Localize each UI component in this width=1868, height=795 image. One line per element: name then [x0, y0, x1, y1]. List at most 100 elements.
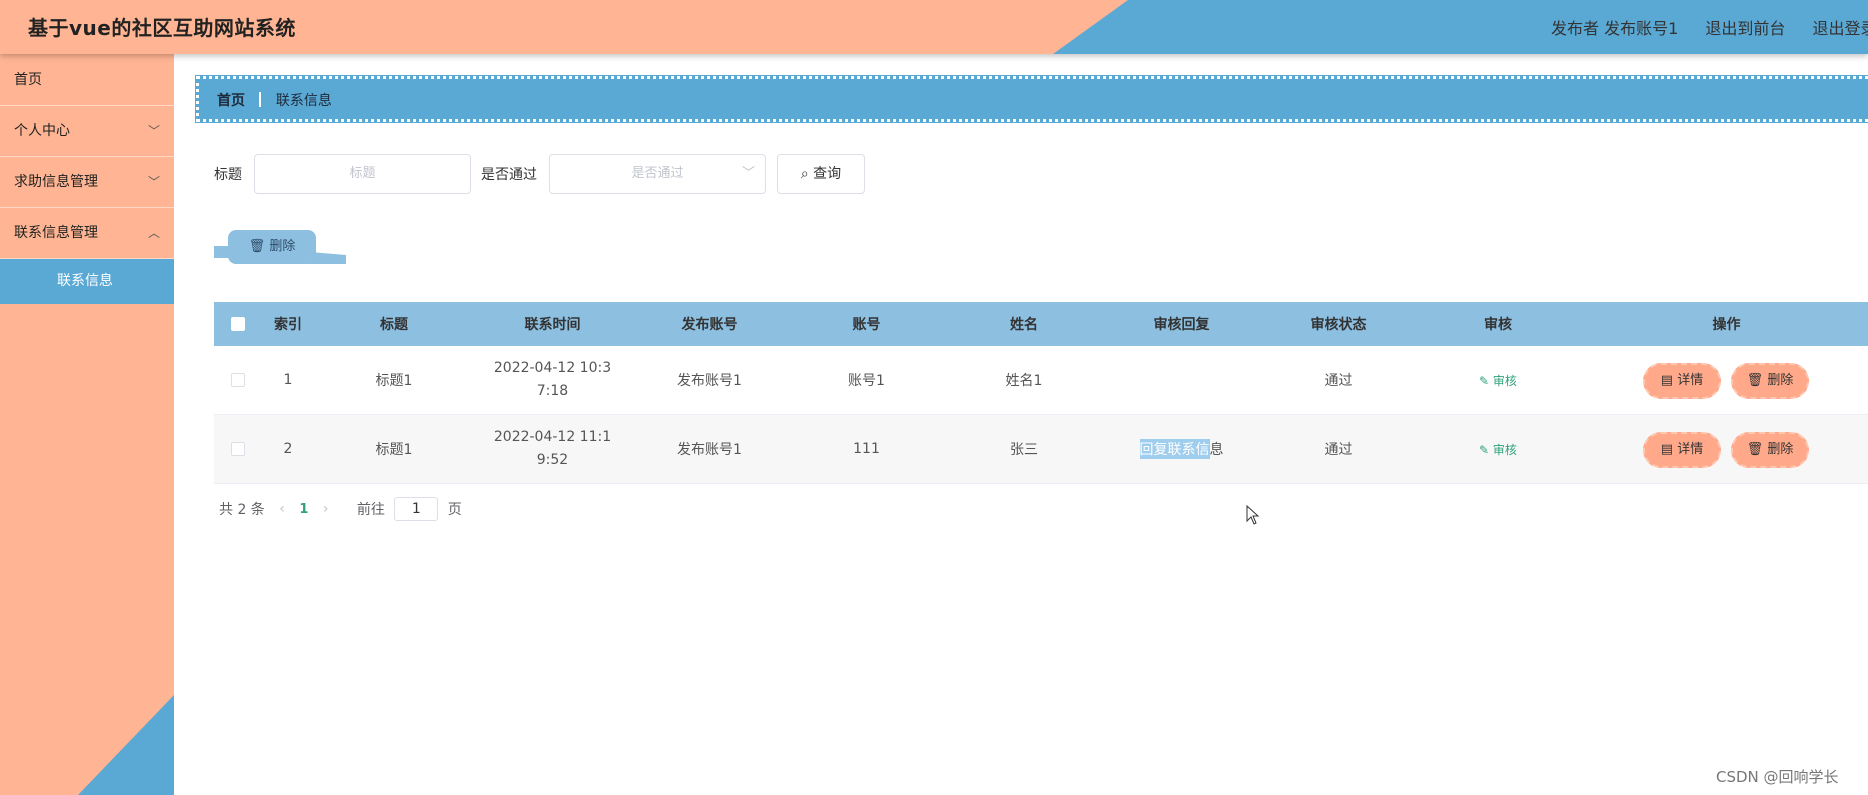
delete-label: 删除: [1767, 373, 1794, 388]
sidebar-item-label: 首页: [14, 72, 42, 88]
col-header-title: 标题: [380, 317, 408, 333]
sidebar-item-help-info[interactable]: 求助信息管理 ﹀: [0, 157, 174, 208]
title-search-input[interactable]: 标题: [254, 154, 471, 194]
prev-page-icon[interactable]: ‹: [279, 501, 285, 517]
next-page-icon[interactable]: ›: [323, 501, 329, 517]
contact-info-table: 索引 标题 联系时间 发布账号 账号 姓名 审核回复 审核状态 审核 操作 1 …: [214, 302, 1868, 484]
col-header-name: 姓名: [1010, 317, 1038, 333]
row-select-cell: [214, 415, 262, 483]
detail-label: 详情: [1677, 442, 1704, 457]
cell-time: 2022-04-12 10:37:18: [493, 360, 612, 399]
pass-filter-label: 是否通过: [481, 167, 537, 183]
batch-delete-wrapper: 🗑 删除: [214, 230, 346, 268]
select-all-checkbox[interactable]: [231, 317, 245, 331]
cell-publisher: 发布账号1: [677, 442, 742, 458]
cell-name: 张三: [1010, 442, 1038, 458]
audit-label: 审核: [1492, 442, 1517, 457]
cell-account: 账号1: [848, 373, 885, 389]
document-icon: ▤: [1660, 373, 1678, 388]
top-header: 基于vue的社区互助网站系统 发布者 发布账号1 退出到前台 退出登录: [0, 0, 1868, 54]
col-header-reply: 审核回复: [1153, 317, 1210, 333]
cell-name: 姓名1: [1005, 373, 1043, 389]
col-header-audit: 审核: [1484, 317, 1512, 333]
detail-button[interactable]: ▤ 详情: [1643, 363, 1721, 399]
pass-select-placeholder: 是否通过: [631, 166, 684, 181]
document-icon: ▤: [1660, 442, 1678, 457]
breadcrumb-separator: [259, 92, 262, 107]
page-number-current[interactable]: 1: [299, 502, 308, 517]
to-front-link[interactable]: 退出到前台: [1705, 15, 1785, 39]
pass-status-select[interactable]: 是否通过 ﹀: [549, 154, 766, 194]
query-button-label: 查询: [813, 166, 842, 182]
sidebar-item-label: 求助信息管理: [14, 174, 98, 190]
trash-icon: 🗑: [1746, 373, 1768, 388]
cell-title: 标题1: [375, 373, 413, 389]
cell-status: 通过: [1324, 442, 1353, 458]
sidebar-subitem-contact-info[interactable]: 联系信息: [0, 259, 174, 304]
sidebar-item-contact-info[interactable]: 联系信息管理 ︿: [0, 208, 174, 259]
cell-reply: 回复联系信息: [1103, 415, 1260, 483]
col-header-status: 审核状态: [1310, 317, 1367, 333]
breadcrumb: 首页 联系信息: [217, 90, 332, 110]
logout-link[interactable]: 退出登录: [1812, 15, 1868, 39]
delete-button[interactable]: 🗑 删除: [1731, 432, 1809, 468]
sidebar-item-home[interactable]: 首页: [0, 54, 174, 106]
audit-link[interactable]: ✎ 审核: [1479, 441, 1517, 458]
sidebar-item-label: 个人中心: [14, 123, 70, 139]
cell-audit: ✎ 审核: [1417, 346, 1579, 414]
search-icon: ⌕: [800, 166, 809, 182]
col-header-actions: 操作: [1712, 317, 1741, 333]
sidebar-corner-decoration: [78, 695, 174, 795]
trash-icon: 🗑: [248, 239, 266, 254]
page-unit-label: 页: [447, 502, 462, 518]
breadcrumb-home[interactable]: 首页: [217, 93, 245, 109]
cell-audit: ✎ 审核: [1417, 415, 1579, 483]
cell-time-wrap: 2022-04-12 10:37:18: [474, 346, 631, 414]
chevron-down-icon: ﹀: [147, 124, 160, 138]
query-button[interactable]: ⌕ 查询: [777, 154, 865, 194]
col-header-account: 账号: [852, 317, 881, 333]
cell-account: 111: [853, 441, 880, 457]
row-checkbox[interactable]: [231, 442, 245, 456]
pagination-total: 共 2 条: [219, 502, 265, 518]
batch-delete-button[interactable]: 🗑 删除: [228, 230, 316, 264]
cell-index: 2: [283, 441, 293, 457]
watermark: CSDN @回响学长: [1716, 768, 1839, 786]
header-right-links: 发布者 发布账号1 退出到前台 退出登录: [1551, 15, 1868, 39]
cell-time: 2022-04-12 11:19:52: [493, 429, 612, 468]
sidebar-item-personal-center[interactable]: 个人中心 ﹀: [0, 106, 174, 157]
goto-label: 前往: [356, 502, 385, 518]
chevron-down-icon: ﹀: [147, 175, 160, 189]
table-row: 2 标题1 2022-04-12 11:19:52 发布账号1 111 张三 回…: [214, 415, 1868, 484]
title-filter-label: 标题: [214, 167, 242, 183]
cell-time-wrap: 2022-04-12 11:19:52: [474, 415, 631, 483]
sidebar-item-label: 联系信息管理: [14, 225, 98, 241]
select-all-cell: [214, 302, 262, 346]
cell-index: 1: [283, 372, 293, 388]
delete-button[interactable]: 🗑 删除: [1731, 363, 1809, 399]
row-checkbox[interactable]: [231, 373, 245, 387]
row-select-cell: [214, 346, 262, 414]
detail-button[interactable]: ▤ 详情: [1643, 432, 1721, 468]
detail-label: 详情: [1677, 373, 1704, 388]
col-header-index: 索引: [274, 317, 302, 333]
reply-rest-text: 息: [1209, 442, 1224, 458]
col-header-time: 联系时间: [524, 317, 581, 333]
cell-reply: [1103, 346, 1260, 414]
audit-link[interactable]: ✎ 审核: [1479, 372, 1517, 389]
table-header-row: 索引 标题 联系时间 发布账号 账号 姓名 审核回复 审核状态 审核 操作: [214, 302, 1868, 346]
pagination: 共 2 条 ‹ 1 › 前往 1 页: [219, 497, 462, 521]
app-title: 基于vue的社区互助网站系统: [28, 16, 296, 40]
delete-label: 删除: [1767, 442, 1794, 457]
mouse-cursor-icon: [1246, 504, 1260, 529]
cell-status: 通过: [1324, 373, 1353, 389]
cell-publisher: 发布账号1: [677, 373, 742, 389]
page-jump-input[interactable]: 1: [394, 497, 439, 521]
edit-icon: ✎: [1479, 373, 1493, 388]
sidebar: 首页 个人中心 ﹀ 求助信息管理 ﹀ 联系信息管理 ︿ 联系信息: [0, 54, 174, 795]
col-header-publisher: 发布账号: [681, 317, 738, 333]
cell-title: 标题1: [375, 442, 413, 458]
trash-icon: 🗑: [1746, 442, 1768, 457]
breadcrumb-bar: 首页 联系信息: [195, 75, 1868, 123]
table-row: 1 标题1 2022-04-12 10:37:18 发布账号1 账号1 姓名1 …: [214, 346, 1868, 415]
